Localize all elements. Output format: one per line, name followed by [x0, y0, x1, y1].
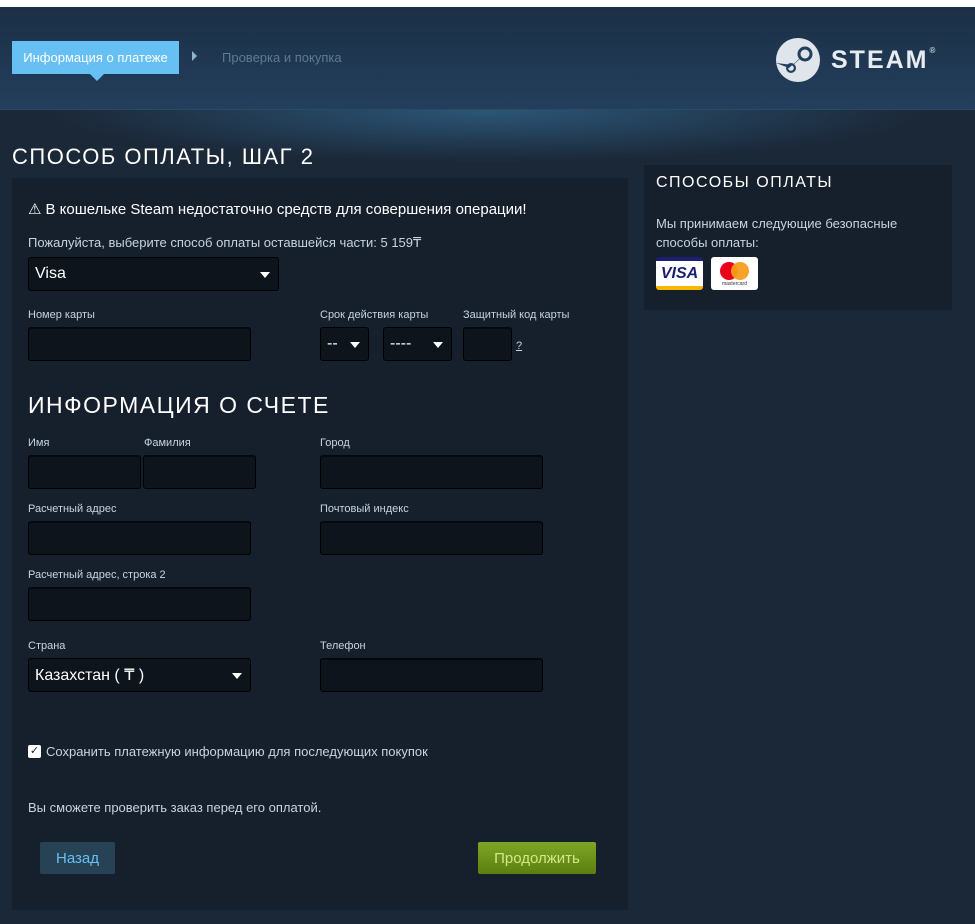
billing-address-input[interactable]: [28, 521, 251, 555]
step-payment-info: Информация о платеже: [12, 41, 179, 81]
back-button-label: Назад: [56, 849, 99, 867]
continue-button-label: Продолжить: [494, 849, 580, 867]
payment-method-select[interactable]: Visa: [28, 257, 279, 291]
expiry-label: Срок действия карты: [320, 309, 429, 321]
postal-code-label: Почтовый индекс: [320, 503, 409, 515]
chevron-down-icon: [433, 342, 443, 348]
back-button[interactable]: Назад: [40, 842, 115, 874]
billing-section-title: ИНФОРМАЦИЯ О СЧЕТЕ: [28, 392, 330, 418]
insufficient-funds-warning: ⚠ В кошельке Steam недостаточно средств …: [28, 200, 527, 219]
city-input[interactable]: [320, 455, 543, 489]
review-order-note: Вы сможете проверить заказ перед его опл…: [28, 800, 322, 815]
billing-address-2-input[interactable]: [28, 587, 251, 621]
payment-method-value: Visa: [35, 265, 66, 282]
chevron-down-icon: [260, 272, 270, 278]
step-payment-info-label: Информация о платеже: [23, 50, 168, 65]
chevron-down-icon: [232, 673, 242, 679]
expiry-month-value: --: [327, 335, 338, 352]
last-name-label: Фамилия: [144, 437, 191, 449]
steam-logo-icon: [776, 38, 820, 82]
top-border: [0, 0, 975, 7]
last-name-input[interactable]: [143, 455, 256, 489]
payment-methods-title: СПОСОБЫ ОПЛАТЫ: [656, 174, 834, 191]
chevron-down-icon: [350, 342, 360, 348]
warning-icon: ⚠: [28, 201, 42, 218]
save-payment-checkbox[interactable]: ✓: [28, 745, 41, 758]
continue-button[interactable]: Продолжить: [478, 842, 596, 874]
payment-methods-panel: СПОСОБЫ ОПЛАТЫ Мы принимаем следующие бе…: [644, 165, 952, 310]
step-review-purchase: Проверка и покупка: [222, 50, 342, 65]
warning-text: В кошельке Steam недостаточно средств дл…: [45, 200, 527, 218]
postal-code-input[interactable]: [320, 521, 543, 555]
country-select[interactable]: Казахстан ( ₸ ): [28, 658, 251, 692]
billing-address-2-label: Расчетный адрес, строка 2: [28, 569, 166, 581]
steam-logo[interactable]: STEAM®: [775, 37, 937, 83]
card-number-input[interactable]: [28, 327, 251, 361]
country-label: Страна: [28, 640, 66, 652]
expiry-month-select[interactable]: --: [320, 327, 369, 361]
country-value: Казахстан ( ₸ ): [35, 667, 145, 684]
payment-methods-text: Мы принимаем следующие безопасные способ…: [656, 216, 898, 250]
cvv-label: Защитный код карты: [463, 309, 570, 321]
card-number-label: Номер карты: [28, 309, 95, 321]
phone-label: Телефон: [320, 640, 366, 652]
mastercard-card-icon: mastercard: [711, 257, 758, 290]
first-name-label: Имя: [28, 437, 50, 449]
remaining-amount-text: Пожалуйста, выберите способ оплаты остав…: [28, 235, 422, 250]
first-name-input[interactable]: [28, 455, 141, 489]
cvv-input[interactable]: [463, 327, 512, 361]
page-title: СПОСОБ ОПЛАТЫ, ШАГ 2: [12, 144, 315, 169]
expiry-year-select[interactable]: ----: [383, 327, 452, 361]
steam-logo-text: STEAM®: [831, 45, 938, 74]
city-label: Город: [320, 437, 350, 449]
billing-address-label: Расчетный адрес: [28, 503, 117, 515]
save-payment-label[interactable]: Сохранить платежную информацию для после…: [46, 744, 428, 759]
phone-input[interactable]: [320, 658, 543, 692]
expiry-year-value: ----: [390, 335, 412, 352]
cvv-help-link[interactable]: ?: [516, 340, 522, 352]
visa-card-icon: VISA: [656, 257, 703, 290]
step-separator-icon: [192, 51, 197, 61]
